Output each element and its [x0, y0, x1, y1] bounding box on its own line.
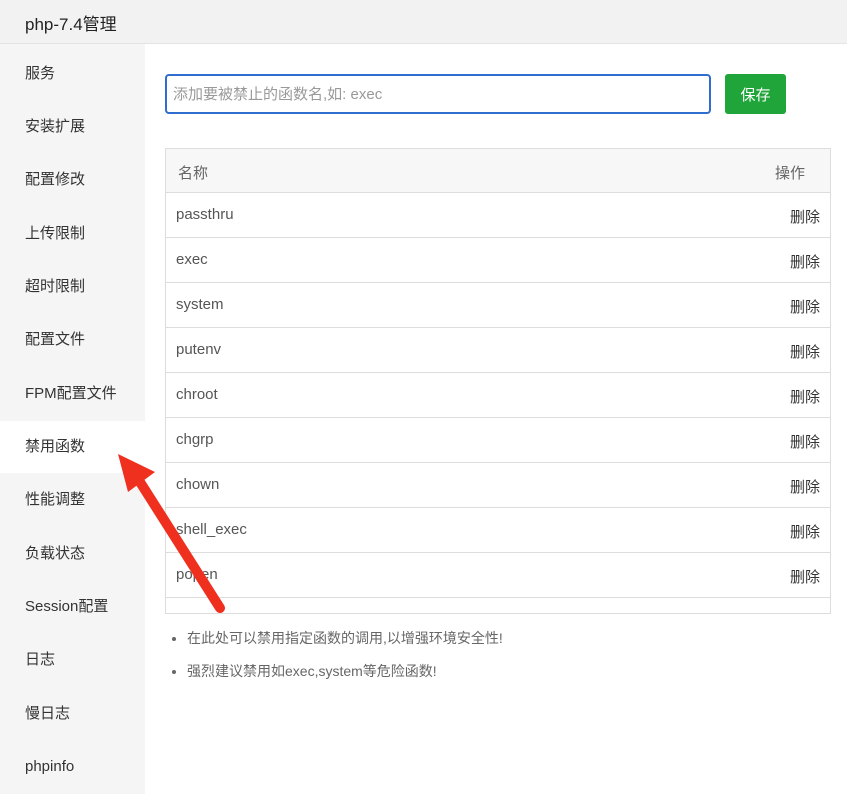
table-row: popen 删除: [166, 553, 830, 598]
function-name: exec: [176, 251, 208, 268]
delete-link[interactable]: 删除: [790, 431, 820, 452]
delete-link[interactable]: 删除: [790, 521, 820, 542]
window-title: php-7.4管理: [25, 15, 117, 34]
function-name: system: [176, 296, 224, 313]
table-row: putenv 删除: [166, 328, 830, 373]
sidebar: 服务 安装扩展 配置修改 上传限制 超时限制 配置文件 FPM配置文件 禁用函数…: [0, 44, 145, 794]
function-name: chown: [176, 476, 220, 493]
function-name: popen: [176, 566, 218, 583]
help-note: 在此处可以禁用指定函数的调用,以增强环境安全性!: [187, 624, 825, 657]
sidebar-item-log[interactable]: 日志: [0, 634, 145, 686]
help-notes: 在此处可以禁用指定函数的调用,以增强环境安全性! 强烈建议禁用如exec,sys…: [165, 624, 825, 690]
sidebar-item-phpinfo[interactable]: phpinfo: [0, 741, 145, 793]
delete-link[interactable]: 删除: [790, 296, 820, 317]
function-name: shell_exec: [176, 521, 247, 538]
table-row: exec 删除: [166, 238, 830, 283]
sidebar-item-service[interactable]: 服务: [0, 48, 145, 100]
table-header: 名称 操作: [166, 149, 830, 193]
column-header-name: 名称: [178, 165, 209, 182]
help-note: 强烈建议禁用如exec,system等危险函数!: [187, 657, 825, 690]
table-row: chown 删除: [166, 463, 830, 508]
function-name-input[interactable]: [165, 74, 711, 114]
window-title-bar: php-7.4管理: [0, 0, 847, 44]
table-row: chgrp 删除: [166, 418, 830, 463]
sidebar-item-disable-functions[interactable]: 禁用函数: [0, 421, 145, 473]
delete-link[interactable]: 删除: [790, 386, 820, 407]
sidebar-item-timeout-limit[interactable]: 超时限制: [0, 261, 145, 313]
sidebar-item-upload-limit[interactable]: 上传限制: [0, 208, 145, 260]
table-row: system 删除: [166, 283, 830, 328]
column-header-action: 操作: [774, 165, 805, 182]
sidebar-item-session-config[interactable]: Session配置: [0, 581, 145, 633]
sidebar-item-load-status[interactable]: 负载状态: [0, 528, 145, 580]
delete-link[interactable]: 删除: [790, 341, 820, 362]
function-name: putenv: [176, 341, 222, 358]
sidebar-item-fpm-config-file[interactable]: FPM配置文件: [0, 368, 145, 420]
delete-link[interactable]: 删除: [790, 251, 820, 272]
function-name: passthru: [176, 206, 234, 223]
function-name: chgrp: [176, 431, 214, 448]
sidebar-item-config-modify[interactable]: 配置修改: [0, 154, 145, 206]
function-name: chroot: [176, 386, 218, 403]
main-panel: 保存 名称 操作 passthru 删除 exec 删除 system 删除 p…: [145, 44, 847, 794]
table-row: passthru 删除: [166, 193, 830, 238]
sidebar-item-slow-log[interactable]: 慢日志: [0, 688, 145, 740]
disabled-functions-table: 名称 操作 passthru 删除 exec 删除 system 删除 pute…: [165, 148, 831, 614]
sidebar-item-performance-tuning[interactable]: 性能调整: [0, 474, 145, 526]
table-row: shell_exec 删除: [166, 508, 830, 553]
table-row: chroot 删除: [166, 373, 830, 418]
sidebar-item-install-extension[interactable]: 安装扩展: [0, 101, 145, 153]
sidebar-item-config-file[interactable]: 配置文件: [0, 314, 145, 366]
save-button[interactable]: 保存: [725, 74, 786, 114]
delete-link[interactable]: 删除: [790, 566, 820, 587]
delete-link[interactable]: 删除: [790, 476, 820, 497]
delete-link[interactable]: 删除: [790, 206, 820, 227]
